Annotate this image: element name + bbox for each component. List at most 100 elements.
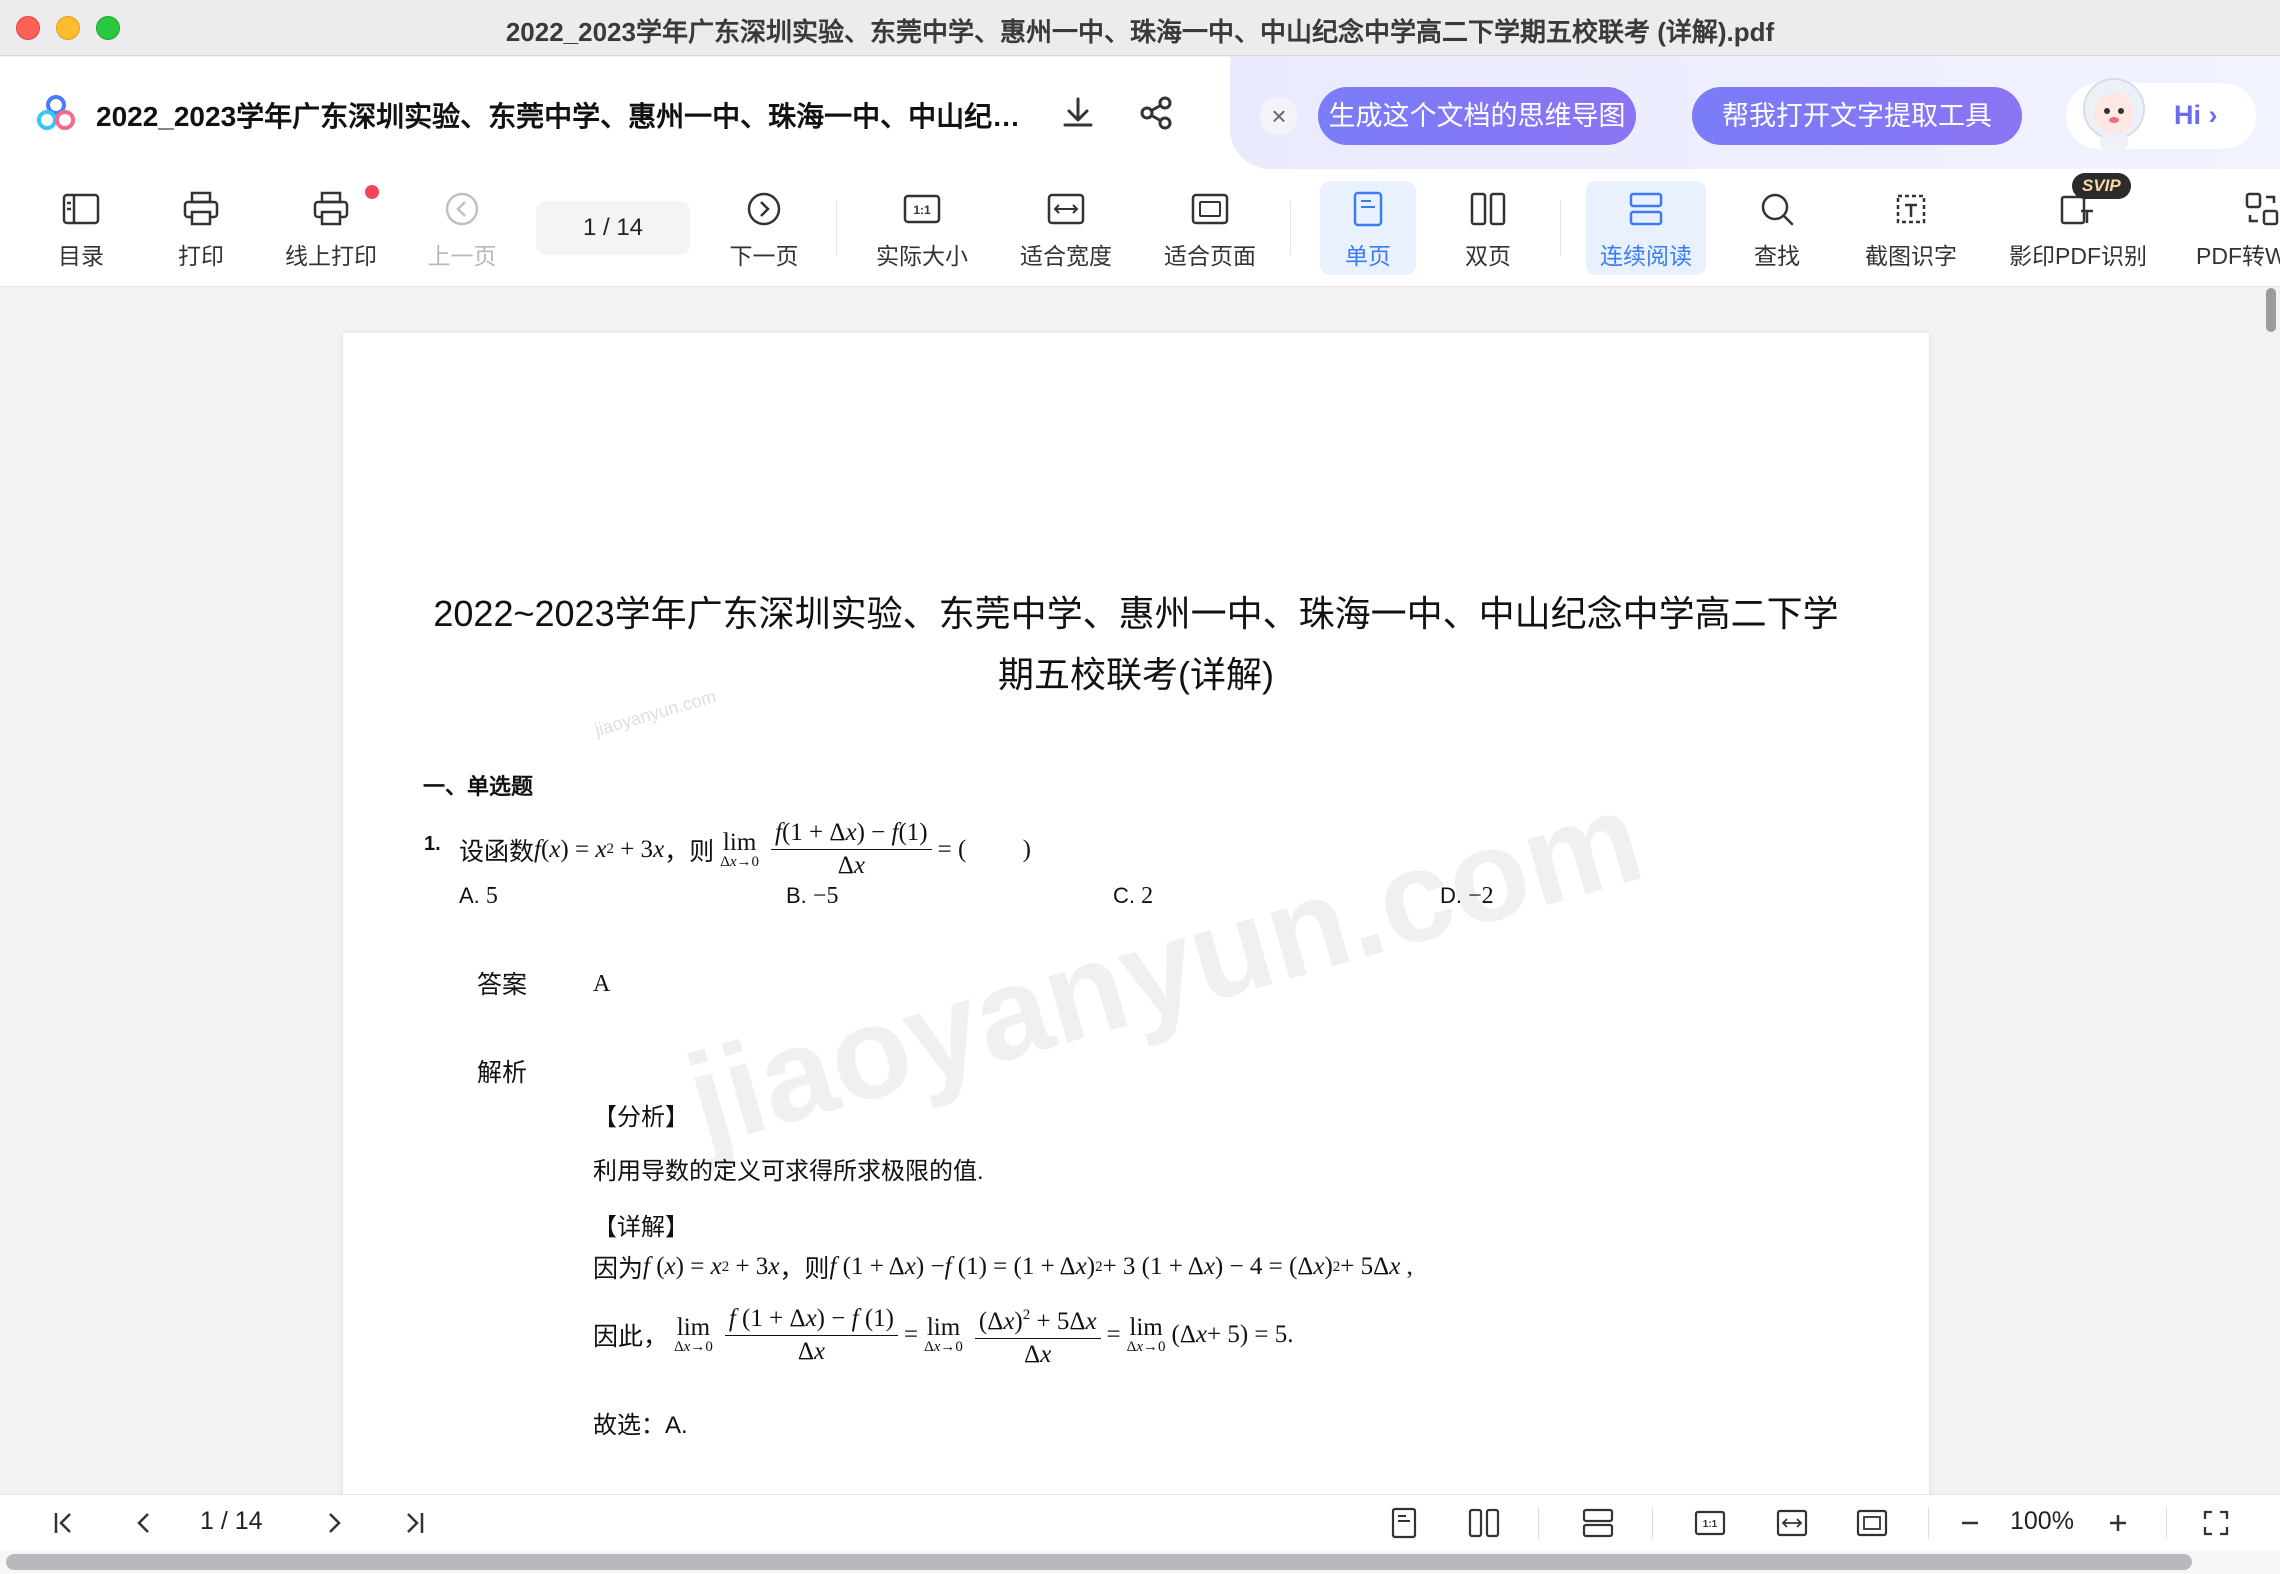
actual-size-icon: 1:1 <box>1694 1510 1726 1536</box>
detail-therefore: 因此， <box>593 1323 669 1351</box>
toc-label: 目录 <box>58 243 104 269</box>
screenshot-crop-icon <box>1896 194 1926 224</box>
fit-width-label: 适合宽度 <box>1020 243 1112 269</box>
status-divider <box>2166 1507 2167 1539</box>
window-titlebar: 2022_2023学年广东深圳实验、东莞中学、惠州一中、珠海一中、中山纪念中学高… <box>0 0 2280 56</box>
horizontal-scrollbar-thumb[interactable] <box>6 1554 2192 1570</box>
document-name: 2022_2023学年广东深圳实验、东莞中学、惠州一中、珠海一中、中山纪念中学高… <box>96 101 1036 132</box>
next-page-bottom-button[interactable] <box>314 1505 354 1541</box>
ai-hi-label: Hi › <box>2174 100 2218 130</box>
zoom-out-button[interactable] <box>1950 1505 1990 1541</box>
continuous-reading-button[interactable]: 连续阅读 <box>1586 181 1706 275</box>
option-b: B. −5 <box>786 883 839 909</box>
toc-icon <box>62 193 100 225</box>
continuous-reading-icon <box>1629 192 1663 226</box>
actual-size-bottom-button[interactable]: 1:1 <box>1690 1505 1730 1541</box>
double-page-button[interactable]: 双页 <box>1440 181 1536 275</box>
double-page-view-button[interactable] <box>1464 1505 1504 1541</box>
continuous-reading-label: 连续阅读 <box>1600 243 1692 269</box>
answer-tag: 答案 <box>477 971 528 999</box>
status-bar: 1 / 14 1:1 100% <box>0 1494 2280 1550</box>
question-stem: 设函数 f(x) = x2 + 3x ，则 lim Δx→0 f(1 + Δx) … <box>459 819 1031 879</box>
single-page-icon <box>1391 1507 1417 1539</box>
single-page-icon <box>1353 191 1383 227</box>
prev-page-bottom-button[interactable] <box>124 1505 164 1541</box>
zoom-level[interactable]: 100% <box>2010 1507 2074 1536</box>
ai-panel-close-button[interactable]: × <box>1260 97 1298 135</box>
scan-pdf-ocr-label: 影印PDF识别 <box>2009 243 2147 269</box>
next-page-button[interactable]: 下一页 <box>716 181 812 275</box>
fit-width-bottom-button[interactable] <box>1772 1505 1812 1541</box>
chevron-left-icon <box>137 1513 149 1533</box>
open-text-extract-button[interactable]: 帮我打开文字提取工具 <box>1692 87 2022 145</box>
status-divider <box>1652 1507 1653 1539</box>
status-divider <box>1928 1507 1929 1539</box>
first-page-icon <box>54 1513 71 1533</box>
ai-assistant-button[interactable]: Hi › <box>2066 78 2256 149</box>
document-viewer[interactable]: jiaoyanyun.com jiaoyanyun.com 2022~2023学… <box>0 288 2280 1494</box>
fullscreen-button[interactable] <box>2196 1505 2236 1541</box>
single-page-button[interactable]: 单页 <box>1320 181 1416 275</box>
question-number: 1. <box>424 833 441 855</box>
answer-value: A <box>593 971 611 997</box>
plus-icon <box>2110 1515 2126 1531</box>
fit-page-bottom-button[interactable] <box>1852 1505 1892 1541</box>
vertical-scrollbar[interactable] <box>2266 288 2276 332</box>
single-page-view-button[interactable] <box>1384 1505 1424 1541</box>
screenshot-ocr-button[interactable]: 截图识字 <box>1856 181 1966 275</box>
continuous-view-button[interactable] <box>1578 1505 1618 1541</box>
zoom-in-button[interactable] <box>2098 1505 2138 1541</box>
option-d: D. −2 <box>1440 883 1494 909</box>
page-number-input[interactable]: 1 / 14 <box>536 201 690 255</box>
generate-mindmap-button[interactable]: 生成这个文档的思维导图 <box>1318 87 1636 145</box>
analysis-text: 利用导数的定义可求得所求极限的值. <box>593 1158 984 1185</box>
pdf-page: jiaoyanyun.com jiaoyanyun.com 2022~2023学… <box>343 333 1929 1494</box>
double-page-icon <box>1470 192 1506 226</box>
search-icon <box>1761 193 1794 226</box>
online-printer-icon <box>313 191 349 226</box>
page-title-line2: 期五校联考(详解) <box>998 654 1274 695</box>
prev-page-button[interactable]: 上一页 <box>416 181 508 275</box>
detail-heading: 【详解】 <box>593 1214 689 1241</box>
option-a: A. 5 <box>459 883 498 909</box>
screenshot-ocr-label: 截图识字 <box>1865 243 1957 269</box>
toolbar-divider <box>1560 201 1561 255</box>
window-title: 2022_2023学年广东深圳实验、东莞中学、惠州一中、珠海一中、中山纪念中学高… <box>505 17 1775 47</box>
svg-text:1:1: 1:1 <box>913 203 931 217</box>
pdf-convert-icon <box>2245 192 2279 226</box>
app-logo-icon <box>37 95 75 130</box>
document-header: 2022_2023学年广东深圳实验、东莞中学、惠州一中、珠海一中、中山纪念中学高… <box>0 57 2280 169</box>
prev-page-label: 上一页 <box>427 243 497 269</box>
print-button[interactable]: 打印 <box>160 181 242 275</box>
question-then: ，则 <box>664 837 715 866</box>
share-button[interactable] <box>1134 91 1178 135</box>
ai-mascot-avatar-icon <box>2083 78 2145 149</box>
fit-width-icon <box>1776 1509 1808 1537</box>
detail-line-2: 因此， lim Δx→0 f (1 + Δx) − f (1) Δx = lim Δx… <box>593 1299 1294 1371</box>
main-toolbar: 目录 打印 线上打印 上一页 1 / 14 下一页 1:1 实际大小 适合宽度 … <box>0 169 2280 287</box>
pdf-convert-button[interactable]: PDF转W <box>2190 181 2280 275</box>
last-page-button[interactable] <box>394 1505 434 1541</box>
detail-line-1: 因为 f (x) = x2 + 3x ，则 f (1 + Δx) − f (1)… <box>593 1249 1413 1285</box>
toolbar-divider <box>836 201 837 255</box>
continuous-reading-icon <box>1582 1508 1614 1538</box>
download-icon <box>1063 97 1093 127</box>
find-button[interactable]: 查找 <box>1732 181 1822 275</box>
next-page-label: 下一页 <box>729 243 799 269</box>
double-page-label: 双页 <box>1465 243 1511 269</box>
chevron-right-icon <box>329 1513 341 1533</box>
ai-assistant-panel: × 生成这个文档的思维导图 帮我打开文字提取工具 Hi › <box>1230 57 2280 169</box>
actual-size-button[interactable]: 1:1 实际大小 <box>868 181 976 275</box>
fit-width-button[interactable]: 适合宽度 <box>1012 181 1120 275</box>
toc-button[interactable]: 目录 <box>40 181 122 275</box>
first-page-button[interactable] <box>44 1505 84 1541</box>
page-indicator[interactable]: 1 / 14 <box>200 1507 263 1536</box>
toolbar-divider <box>1290 201 1291 255</box>
download-button[interactable] <box>1056 91 1100 135</box>
circle-right-icon <box>747 192 781 226</box>
single-page-label: 单页 <box>1345 243 1391 269</box>
actual-size-label: 实际大小 <box>876 243 968 269</box>
last-page-icon <box>407 1513 424 1533</box>
fit-page-button[interactable]: 适合页面 <box>1156 181 1264 275</box>
circle-left-icon <box>445 192 479 226</box>
